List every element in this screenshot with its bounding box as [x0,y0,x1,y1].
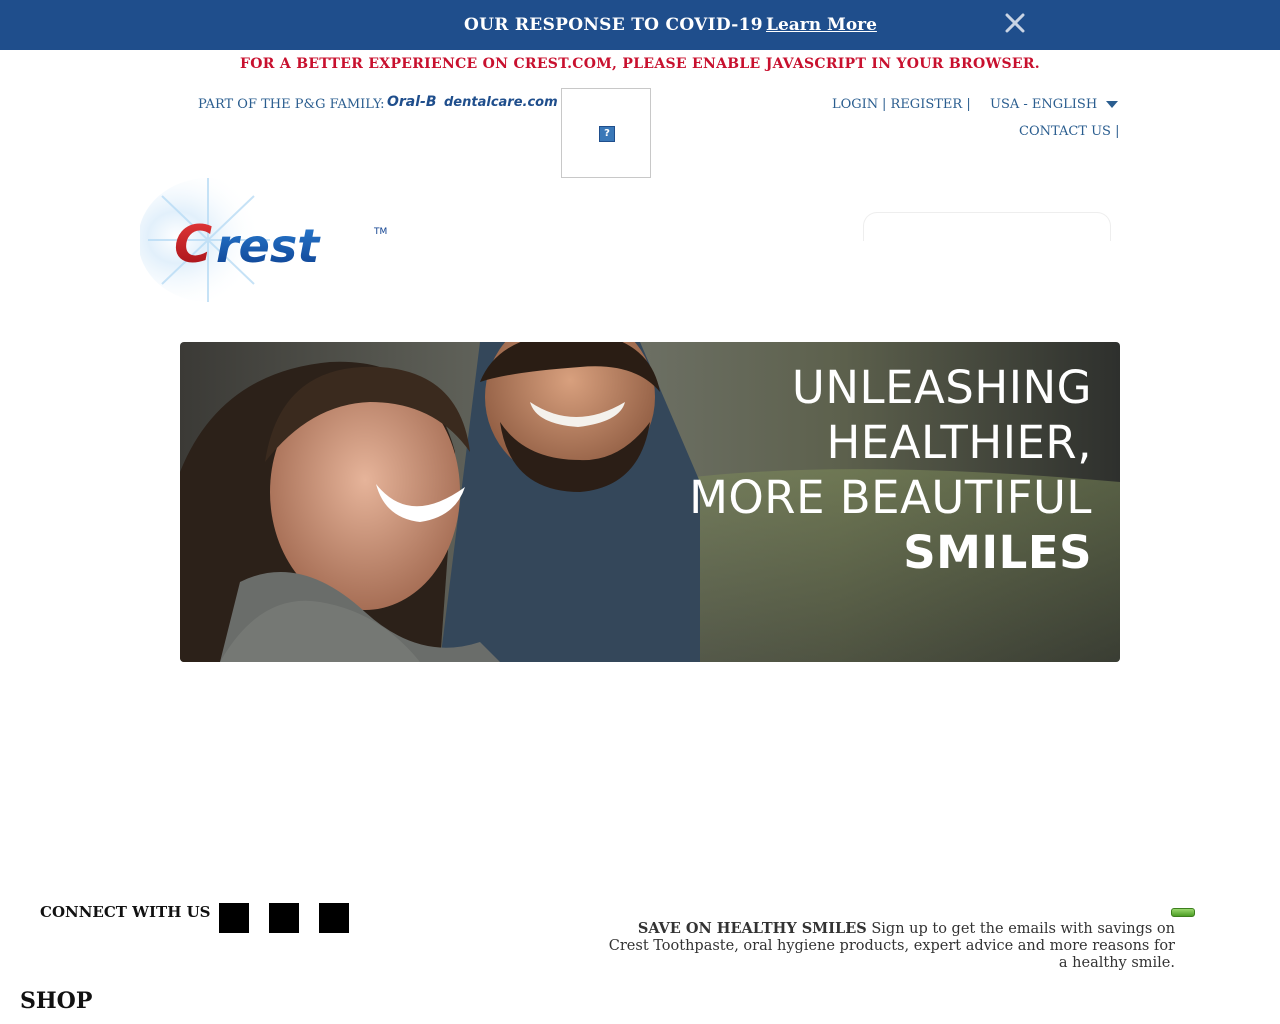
learn-more-link[interactable]: Learn More [766,15,877,35]
social-icon-2[interactable] [269,903,299,933]
covid-banner: OUR RESPONSE TO COVID-19 Learn More [0,0,1280,50]
svg-text:C: C [174,215,212,275]
hero-headline: UNLEASHING HEALTHIER, MORE BEAUTIFUL SMI… [689,360,1092,580]
hero-line: HEALTHIER, [826,416,1092,469]
register-link[interactable]: | REGISTER | [882,97,971,112]
crest-logo[interactable]: C rest TM [138,178,405,306]
language-label: USA - ENGLISH [990,97,1098,112]
shop-heading: SHOP [20,988,93,1014]
login-link[interactable]: LOGIN [832,97,878,112]
contact-us-link[interactable]: CONTACT US | [1019,124,1119,139]
oral-b-logo[interactable]: Oral-B [387,94,437,110]
search-field[interactable] [863,212,1111,241]
chevron-down-icon [1106,101,1119,108]
signup-promo: SAVE ON HEALTHY SMILES Sign up to get th… [598,920,1175,972]
social-icon-1[interactable] [219,903,249,933]
connect-with-us-label: CONNECT WITH US [40,903,211,921]
nav-divider: | [882,97,887,112]
hero-line: MORE BEAUTIFUL [689,471,1092,524]
pg-family-label: PART OF THE P&G FAMILY: [198,97,385,112]
svg-text:rest: rest [216,219,321,273]
close-icon[interactable] [1003,11,1027,35]
hero-line: UNLEASHING [791,361,1092,414]
social-icon-3[interactable] [319,903,349,933]
trademark-mark: TM [373,227,387,237]
hero-line-emphasis: SMILES [903,526,1092,579]
signup-button[interactable] [1171,908,1195,917]
dentalcare-logo[interactable]: dentalcare.com [444,95,558,110]
contact-label: CONTACT US [1019,124,1111,139]
register-label: REGISTER [890,97,963,112]
nav-divider: | [1115,124,1120,139]
login-label: LOGIN [832,97,879,112]
nav-divider: | [966,97,971,112]
broken-image-icon: ? [599,126,615,142]
language-selector[interactable]: USA - ENGLISH [990,97,1119,112]
covid-message: OUR RESPONSE TO COVID-19 [464,15,763,35]
javascript-warning: FOR A BETTER EXPERIENCE ON CREST.COM, PL… [240,56,1040,72]
signup-title: SAVE ON HEALTHY SMILES [637,920,867,937]
hero-banner[interactable]: UNLEASHING HEALTHIER, MORE BEAUTIFUL SMI… [180,342,1120,662]
broken-image: ? [561,88,651,178]
